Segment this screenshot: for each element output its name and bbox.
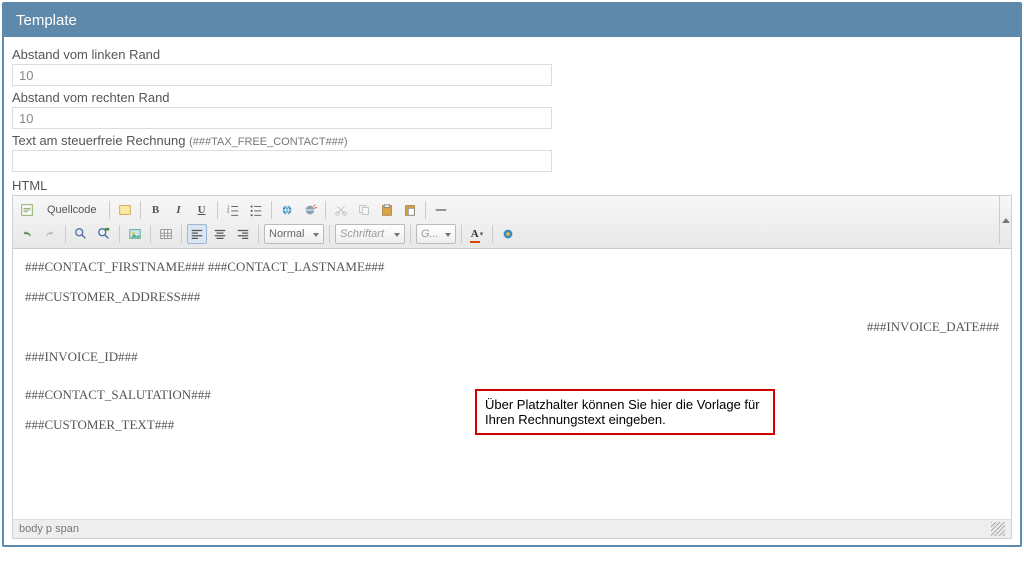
element-path[interactable]: body p span xyxy=(19,523,79,535)
panel-title: Template xyxy=(4,4,1020,37)
svg-text:2: 2 xyxy=(226,209,229,214)
format-select[interactable]: Normal xyxy=(264,224,324,244)
paste-text-button[interactable] xyxy=(400,200,420,220)
about-button[interactable] xyxy=(498,224,518,244)
editor-content[interactable]: ###CONTACT_FIRSTNAME### ###CONTACT_LASTN… xyxy=(13,249,1011,519)
panel-body: Abstand vom linken Rand Abstand vom rech… xyxy=(4,37,1020,545)
annotation-callout: Über Platzhalter können Sie hier die Vor… xyxy=(475,389,775,435)
find-button[interactable] xyxy=(71,224,91,244)
bold-button[interactable]: B xyxy=(146,200,166,220)
font-select[interactable]: Schriftart xyxy=(335,224,405,244)
align-left-button[interactable] xyxy=(187,224,207,244)
toolbar-collapse-button[interactable] xyxy=(999,196,1011,244)
image-button[interactable] xyxy=(125,224,145,244)
preview-icon[interactable] xyxy=(115,200,135,220)
left-margin-label: Abstand vom linken Rand xyxy=(12,47,1012,62)
source-icon[interactable] xyxy=(17,200,37,220)
replace-button[interactable] xyxy=(94,224,114,244)
hr-button[interactable] xyxy=(431,200,451,220)
editor-line-3-right: ###INVOICE_DATE### xyxy=(25,319,999,335)
html-label: HTML xyxy=(12,178,1012,193)
editor-line-1: ###CONTACT_FIRSTNAME### ###CONTACT_LASTN… xyxy=(25,259,999,275)
taxfree-input[interactable] xyxy=(12,150,552,172)
right-margin-label: Abstand vom rechten Rand xyxy=(12,90,1012,105)
paste-button[interactable] xyxy=(377,200,397,220)
text-color-button[interactable]: A▾ xyxy=(467,224,487,244)
editor-line-2: ###CUSTOMER_ADDRESS### xyxy=(25,289,999,305)
editor-status-bar: body p span xyxy=(13,519,1011,538)
underline-button[interactable]: U xyxy=(192,200,212,220)
copy-button[interactable] xyxy=(354,200,374,220)
italic-button[interactable]: I xyxy=(169,200,189,220)
unlink-button[interactable] xyxy=(300,200,320,220)
link-button[interactable] xyxy=(277,200,297,220)
align-right-button[interactable] xyxy=(233,224,253,244)
resize-grip-icon[interactable] xyxy=(991,522,1005,536)
source-button[interactable]: Quellcode xyxy=(40,200,104,220)
size-select[interactable]: G... xyxy=(416,224,456,244)
table-button[interactable] xyxy=(156,224,176,244)
numbered-list-button[interactable]: 12 xyxy=(223,200,243,220)
taxfree-hint: (###TAX_FREE_CONTACT###) xyxy=(189,136,348,148)
undo-button[interactable] xyxy=(17,224,37,244)
html-editor: Quellcode B I U 12 xyxy=(12,195,1012,539)
left-margin-input[interactable] xyxy=(12,64,552,86)
redo-button[interactable] xyxy=(40,224,60,244)
taxfree-label-text: Text am steuerfreie Rechnung xyxy=(12,133,185,148)
taxfree-label: Text am steuerfreie Rechnung (###TAX_FRE… xyxy=(12,133,1012,148)
template-panel: Template Abstand vom linken Rand Abstand… xyxy=(2,2,1022,547)
editor-toolbar: Quellcode B I U 12 xyxy=(13,196,1011,249)
align-center-button[interactable] xyxy=(210,224,230,244)
right-margin-input[interactable] xyxy=(12,107,552,129)
editor-line-4: ###INVOICE_ID### xyxy=(25,349,999,365)
cut-button[interactable] xyxy=(331,200,351,220)
bullet-list-button[interactable] xyxy=(246,200,266,220)
